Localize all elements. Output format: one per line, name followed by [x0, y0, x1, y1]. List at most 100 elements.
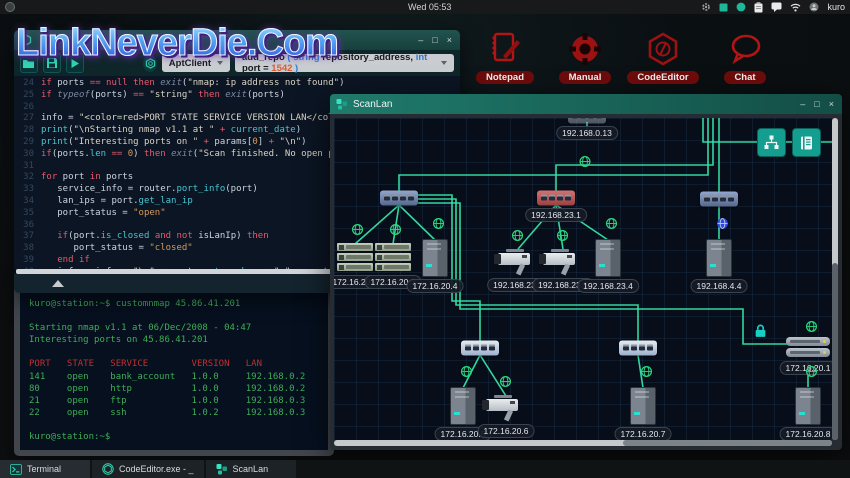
- terminal-line: [29, 346, 319, 358]
- node-ip-label: 192.168.0.13: [556, 126, 618, 140]
- switch-light-device-icon: [461, 341, 499, 356]
- terminal-line: kuro@station:~$ customnmap 45.86.41.201: [29, 298, 319, 310]
- minimize-button[interactable]: –: [800, 100, 805, 109]
- terminal-line: kuro@station:~$: [29, 431, 319, 443]
- tower-device-icon: [595, 239, 621, 277]
- line-number: 26: [14, 102, 41, 114]
- close-button[interactable]: ×: [829, 100, 834, 109]
- network-map-canvas[interactable]: 192.168.0.13 192.168.23.1172.16.20.2172.…: [334, 118, 832, 440]
- globe-icon: [389, 223, 402, 241]
- scanlan-titlebar[interactable]: ScanLan – □ ×: [330, 94, 842, 114]
- desktop-icon-label: Manual: [559, 71, 612, 84]
- terminal-window: kuro@station:~$ customnmap 45.86.41.201 …: [14, 285, 334, 456]
- watermark: LinkNeverDie.Com: [16, 24, 338, 62]
- globe-icon: [579, 155, 592, 173]
- line-number: 36: [14, 220, 41, 232]
- scrollbar-thumb[interactable]: [832, 263, 838, 440]
- globe-icon: [805, 365, 818, 383]
- manual-icon: [565, 30, 605, 68]
- desktop-icon-manual[interactable]: Manual: [543, 30, 627, 84]
- line-number: 24: [14, 78, 41, 90]
- log-book-icon: [799, 135, 814, 151]
- username[interactable]: kuro: [827, 2, 845, 12]
- tower-device-icon: [795, 387, 821, 425]
- system-tray: kuro: [701, 0, 845, 14]
- wifi-icon[interactable]: [790, 3, 801, 12]
- node-ip-label: 172.16.20.6: [478, 424, 535, 438]
- globe-icon: [556, 229, 569, 247]
- network-map-button[interactable]: [758, 129, 785, 156]
- maximize-button[interactable]: □: [814, 100, 819, 109]
- line-number: 35: [14, 208, 41, 220]
- settings-icon[interactable]: [701, 2, 711, 12]
- taskbar-item-codeeditor[interactable]: CodeEditor.exe - _: [92, 460, 206, 478]
- globe-blue-icon: [716, 217, 729, 235]
- taskbar: Terminal CodeEditor.exe - _ ScanLan: [0, 460, 850, 478]
- map-horizontal-scrollbar[interactable]: [334, 440, 832, 446]
- code-editor-icon: [102, 463, 114, 475]
- desktop-icon-label: Chat: [724, 71, 765, 84]
- messages-icon[interactable]: [771, 2, 782, 12]
- close-button[interactable]: ×: [447, 36, 452, 45]
- switch-blue-device-icon: [380, 191, 418, 206]
- maximize-button[interactable]: □: [432, 36, 437, 45]
- node-ip-label: 172.16.20.4: [407, 279, 464, 293]
- node-ip-label: 192.168.23.1: [525, 208, 587, 222]
- chevron-down-icon: [441, 61, 447, 65]
- switch-red-device-icon: [537, 191, 575, 206]
- line-number: 34: [14, 196, 41, 208]
- line-number: 30: [14, 149, 41, 161]
- status-icon[interactable]: [736, 2, 746, 12]
- tower-device-icon: [450, 387, 476, 425]
- terminal-line: PORT STATE SERVICE VERSION LAN: [29, 358, 319, 370]
- notepad-icon: [485, 30, 525, 68]
- globe-icon: [511, 229, 524, 247]
- globe-icon: [605, 217, 618, 235]
- line-number: 39: [14, 255, 41, 267]
- code-editor-icon: [643, 30, 683, 68]
- terminal-content[interactable]: kuro@station:~$ customnmap 45.86.41.201 …: [20, 291, 328, 450]
- terminal-line: 22 open ssh 1.0.2 192.168.0.3: [29, 407, 319, 419]
- scrollbar-thumb[interactable]: [623, 440, 832, 446]
- scanlan-app-icon: [336, 98, 348, 110]
- globe-icon: [460, 365, 473, 383]
- tower-device-icon: [422, 239, 448, 277]
- desktop-icon-codeeditor[interactable]: CodeEditor: [621, 30, 705, 84]
- system-menu-icon[interactable]: [5, 2, 15, 12]
- terminal-line: [29, 419, 319, 431]
- lock-icon: [754, 324, 767, 343]
- terminal-line: 21 open ftp 1.0.0 192.168.0.3: [29, 395, 319, 407]
- code-line: 24if ports == null then exit("nmap: ip a…: [14, 78, 460, 90]
- desktop-icon-chat[interactable]: Chat: [703, 30, 787, 84]
- screen-icon[interactable]: [719, 3, 728, 12]
- account-icon[interactable]: [809, 2, 819, 12]
- node-ip-label: 192.168.4.4: [691, 279, 748, 293]
- network-map-icon: [763, 134, 780, 151]
- scanlan-icon: [216, 463, 228, 475]
- clipboard-icon[interactable]: [754, 2, 763, 13]
- taskbar-item-scanlan[interactable]: ScanLan: [206, 460, 298, 478]
- desktop: Wed 05:53 kuro LinkNeverDie.Com Notepad …: [0, 0, 850, 478]
- line-number: 38: [14, 243, 41, 255]
- line-number: 33: [14, 184, 41, 196]
- camera-device-icon: [486, 395, 526, 421]
- map-vertical-scrollbar[interactable]: [832, 118, 838, 440]
- node-ip-label: 172.16.20.8: [780, 427, 832, 440]
- minimize-button[interactable]: –: [418, 36, 423, 45]
- globe-icon: [351, 223, 364, 241]
- line-number: 31: [14, 161, 41, 173]
- desktop-icon-label: Notepad: [476, 71, 534, 84]
- line-number: 25: [14, 90, 41, 102]
- line-number: 32: [14, 172, 41, 184]
- scanlan-window: ScanLan – □ × 192.168.0.13 192.168.23.11…: [330, 94, 842, 450]
- globe-icon: [640, 365, 653, 383]
- clock: Wed 05:53: [408, 2, 451, 12]
- desktop-icon-notepad[interactable]: Notepad: [463, 30, 547, 84]
- taskbar-item-terminal[interactable]: Terminal: [0, 460, 92, 478]
- chat-icon: [725, 30, 765, 68]
- globe-icon: [499, 375, 512, 393]
- terminal-icon: [10, 464, 22, 475]
- scroll-up-icon[interactable]: [52, 280, 64, 287]
- server-device-icon: [375, 243, 411, 273]
- log-book-button[interactable]: [793, 129, 820, 156]
